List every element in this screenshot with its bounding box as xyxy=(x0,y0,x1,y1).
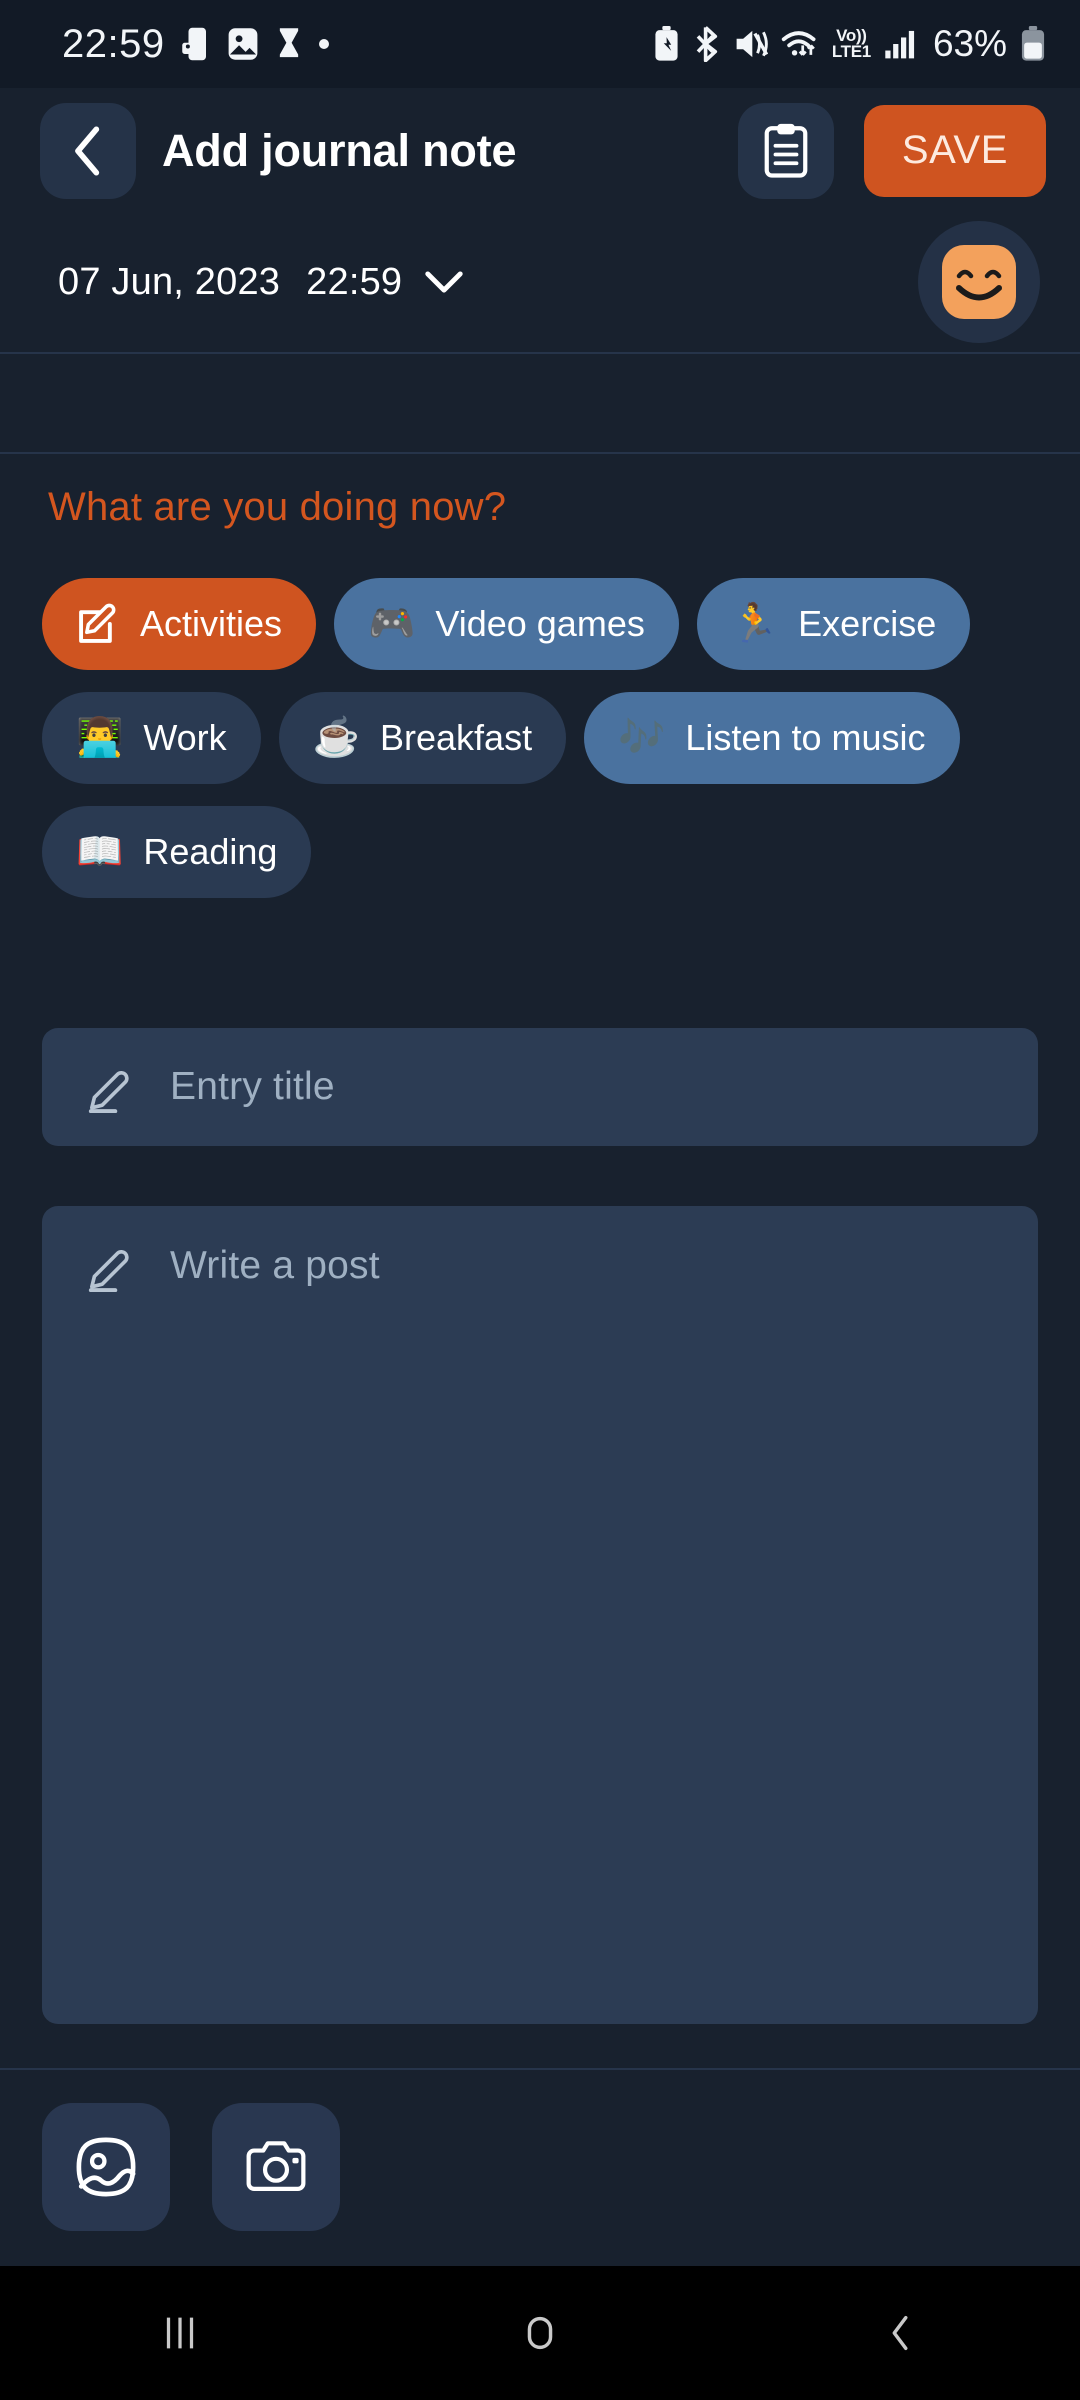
open-book-icon: 📖 xyxy=(76,831,124,873)
page-title: Add journal note xyxy=(162,124,517,176)
chip-video-games[interactable]: 🎮 Video games xyxy=(334,578,679,670)
status-bar-right: Vo)) LTE1 63% xyxy=(653,23,1046,65)
attachment-toolbar xyxy=(0,2068,1080,2266)
chip-label: Video games xyxy=(435,603,645,644)
clipboard-icon xyxy=(764,123,808,178)
entry-title-placeholder: Entry title xyxy=(170,1065,335,1108)
volte-indicator: Vo)) LTE1 xyxy=(831,28,871,61)
wifi-icon xyxy=(781,27,819,61)
pencil-icon xyxy=(84,1240,136,1292)
mood-selector[interactable] xyxy=(918,221,1040,343)
gallery-button[interactable] xyxy=(42,2103,170,2231)
chevron-left-icon xyxy=(75,126,100,176)
write-post-placeholder: Write a post xyxy=(170,1244,380,1287)
office-worker-icon: 👨‍💻 xyxy=(76,717,124,759)
chip-listen-to-music[interactable]: 🎶 Listen to music xyxy=(584,692,960,784)
divider-section xyxy=(0,452,1080,454)
nav-back-button[interactable] xyxy=(720,2310,1080,2356)
date-time-row[interactable]: 07 Jun, 2023 22:59 xyxy=(0,213,1080,351)
dot-indicator xyxy=(318,39,329,49)
battery-percent: 63% xyxy=(932,23,1007,64)
battery-saver-icon xyxy=(653,26,680,62)
chip-work[interactable]: 👨‍💻 Work xyxy=(42,692,261,784)
chip-label: Listen to music xyxy=(685,717,926,758)
music-notes-icon: 🎶 xyxy=(618,717,666,759)
runner-icon: 🏃 xyxy=(730,603,779,645)
chip-exercise[interactable]: 🏃 Exercise xyxy=(696,578,971,670)
volte-bottom: LTE1 xyxy=(831,42,871,61)
chip-label: Work xyxy=(143,717,227,758)
activity-chip-list: Activities 🎮 Video games 🏃 Exercise 👨‍💻 … xyxy=(42,578,1042,898)
back-button[interactable] xyxy=(40,102,136,199)
divider-top xyxy=(0,352,1080,354)
battery-icon xyxy=(1020,26,1046,62)
chip-activities[interactable]: Activities xyxy=(42,578,317,670)
activities-prompt: What are you doing now? xyxy=(48,485,507,529)
hourglass-icon xyxy=(275,27,303,61)
edit-note-icon xyxy=(76,602,120,646)
game-controller-icon: 🎮 xyxy=(368,603,416,645)
template-button[interactable] xyxy=(737,102,834,199)
status-bar-left: 22:59 xyxy=(62,22,329,67)
entry-time[interactable]: 22:59 xyxy=(306,261,402,304)
chip-label: Activities xyxy=(140,603,283,644)
chip-label: Exercise xyxy=(798,603,937,644)
smiley-happy-icon xyxy=(942,245,1016,319)
write-post-field[interactable]: Write a post xyxy=(42,1206,1038,2024)
home-icon xyxy=(527,2316,553,2350)
chip-breakfast[interactable]: ☕ Breakfast xyxy=(278,692,567,784)
image-icon xyxy=(76,2137,136,2197)
phone-lock-icon xyxy=(181,26,211,62)
back-icon xyxy=(892,2315,908,2351)
coffee-cup-icon: ☕ xyxy=(312,717,360,759)
chip-label: Reading xyxy=(143,831,278,872)
android-nav-bar xyxy=(0,2266,1080,2400)
recents-icon xyxy=(166,2317,194,2349)
chip-label: Breakfast xyxy=(380,717,533,758)
nav-home-button[interactable] xyxy=(360,2310,720,2356)
save-button[interactable]: SAVE xyxy=(863,104,1046,197)
bluetooth-icon xyxy=(693,26,721,62)
camera-icon xyxy=(246,2141,306,2191)
status-bar: 22:59 Vo)) LTE1 63% xyxy=(0,0,1080,88)
chip-reading[interactable]: 📖 Reading xyxy=(42,806,312,898)
app-screen: 22:59 Vo)) LTE1 63% Add journal note SAV… xyxy=(0,0,1080,2400)
photo-icon xyxy=(227,27,259,61)
app-bar: Add journal note SAVE xyxy=(0,88,1080,213)
mute-icon xyxy=(734,28,768,60)
camera-button[interactable] xyxy=(212,2103,340,2231)
signal-bars-icon xyxy=(884,28,918,60)
nav-recents-button[interactable] xyxy=(0,2310,360,2356)
chevron-down-icon[interactable] xyxy=(424,269,464,295)
entry-date[interactable]: 07 Jun, 2023 xyxy=(58,261,280,304)
status-clock: 22:59 xyxy=(62,21,165,66)
app-bar-actions: SAVE xyxy=(737,102,1046,199)
pencil-icon xyxy=(84,1061,136,1113)
entry-title-field[interactable]: Entry title xyxy=(42,1028,1038,1146)
